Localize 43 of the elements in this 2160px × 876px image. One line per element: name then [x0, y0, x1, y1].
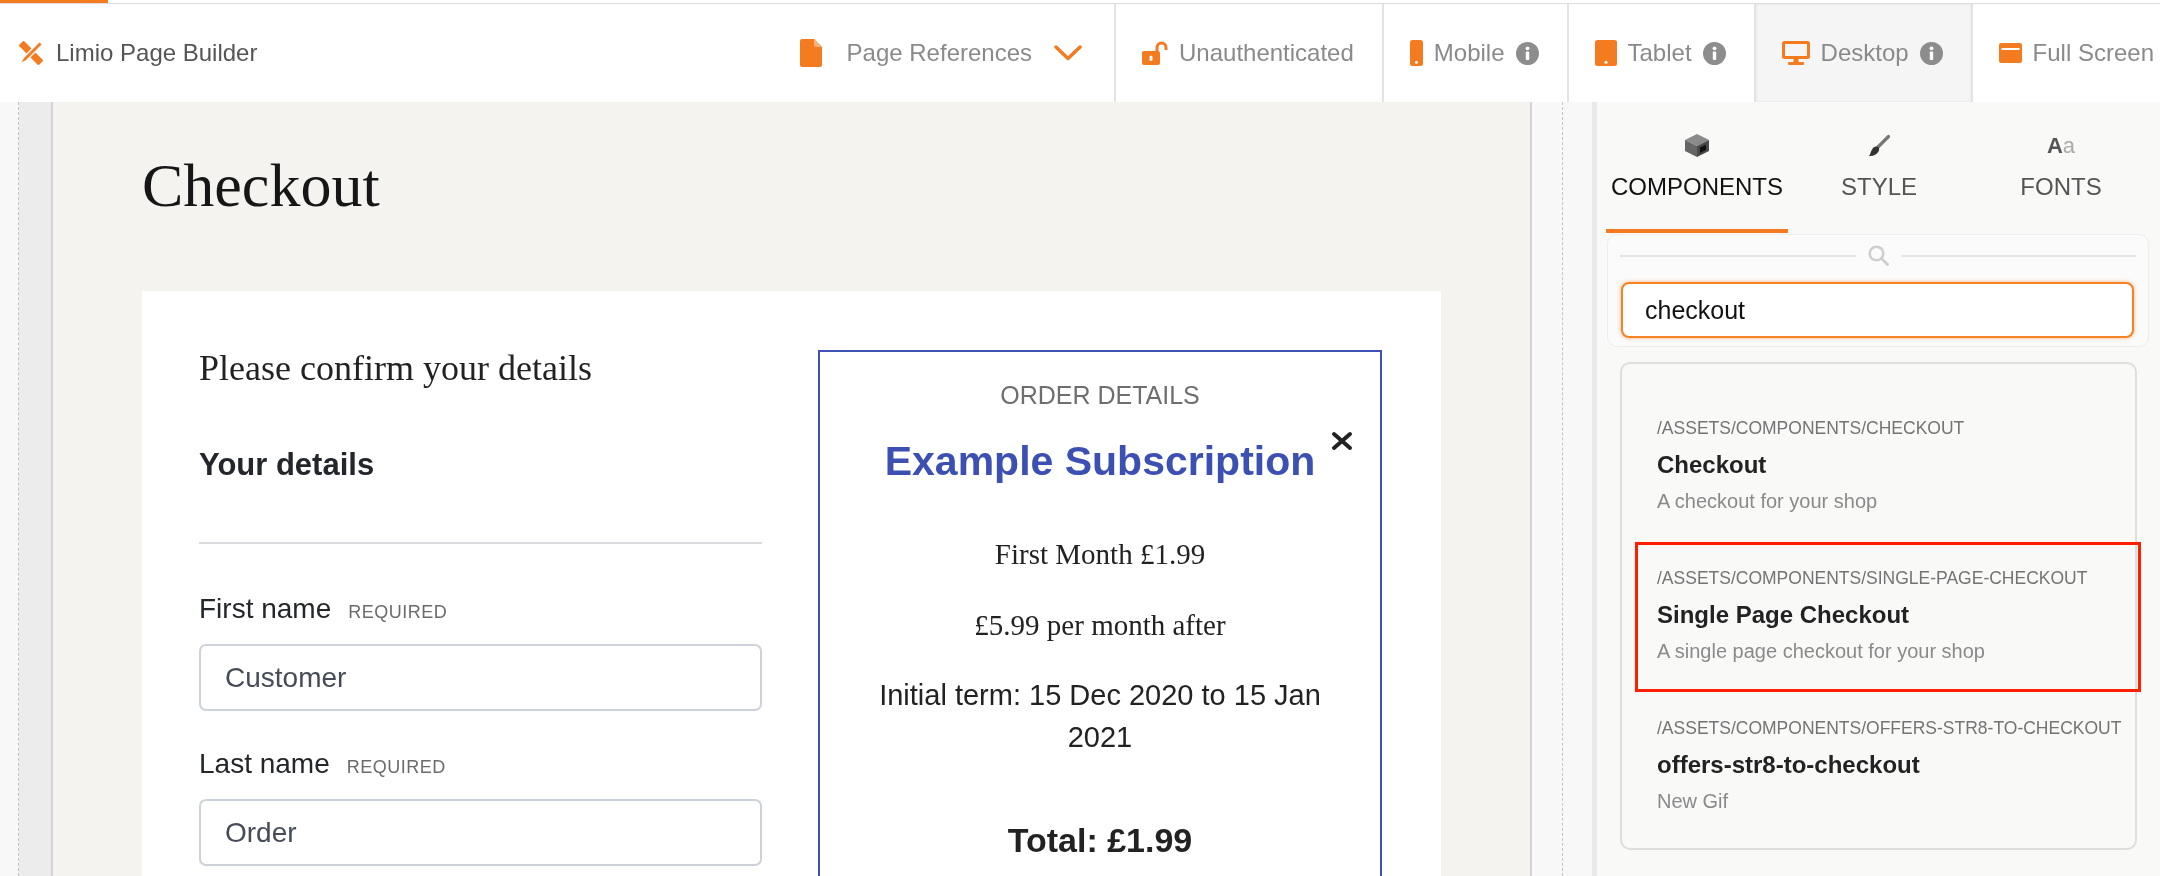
- price-text: £5.99 per month after: [973, 608, 1227, 643]
- order-total: Total: £1.99: [1006, 820, 1194, 860]
- component-title: Checkout: [1657, 451, 1768, 479]
- monitor-icon: [1781, 41, 1810, 65]
- component-description: A single page checkout for your shop: [1657, 639, 1986, 663]
- tablet-icon: [1594, 40, 1617, 66]
- component-title: offers-str8-to-checkout: [1657, 751, 1921, 779]
- close-icon[interactable]: [1331, 431, 1353, 451]
- app-title: Limio Page Builder: [56, 39, 258, 67]
- panel-tab[interactable]: Aa FONTS: [1970, 102, 2152, 233]
- document-icon: [799, 39, 822, 67]
- cube-icon: [1684, 133, 1710, 158]
- component-item[interactable]: /ASSETS/COMPONENTS/OFFERS-STR8-TO-CHECKOUT offers-str8-to-checkout New Gif: [1635, 692, 2141, 842]
- price-text: First Month £1.99: [993, 537, 1207, 572]
- text-field[interactable]: Order: [199, 799, 762, 866]
- field-label: First name: [199, 592, 332, 625]
- required-tag: REQUIRED: [348, 601, 448, 623]
- component-title: Single Page Checkout: [1657, 601, 1911, 629]
- field-label: Last name: [199, 747, 330, 780]
- component-description: A checkout for your shop: [1657, 489, 1879, 513]
- chevron-down-icon: [1054, 45, 1082, 61]
- text-field[interactable]: Customer: [199, 644, 762, 711]
- fullscreen-icon: [1998, 43, 2022, 63]
- order-heading: ORDER DETAILS: [999, 380, 1201, 410]
- component-item[interactable]: /ASSETS/COMPONENTS/SINGLE-PAGE-CHECKOUT Single Page Checkout A single page checkout for your shop: [1635, 542, 2141, 692]
- unlock-icon: [1142, 41, 1168, 65]
- phone-icon: [1409, 40, 1423, 66]
- required-tag: REQUIRED: [346, 756, 446, 778]
- product-name: Example Subscription: [883, 437, 1317, 485]
- component-path: /ASSETS/COMPONENTS/OFFERS-STR8-TO-CHECKOUT: [1657, 717, 2123, 739]
- section-heading: Your details: [199, 446, 376, 483]
- page-title: Checkout: [142, 150, 381, 221]
- component-description: New Gif: [1657, 789, 1730, 813]
- brush-icon: [1867, 133, 1891, 158]
- term-text: Initial term: 15 Dec 2020 to 15 Jan 2021: [878, 678, 1322, 755]
- search-icon: [1867, 245, 1889, 266]
- intro-text: Please confirm your details: [199, 347, 593, 390]
- search-field[interactable]: checkout: [1621, 282, 2134, 338]
- font-icon: Aa: [2046, 133, 2076, 158]
- component-item[interactable]: /ASSETS/COMPONENTS/CHECKOUT Checkout A checkout for your shop: [1635, 392, 2141, 542]
- component-path: /ASSETS/COMPONENTS/SINGLE-PAGE-CHECKOUT: [1657, 567, 2089, 589]
- panel-tab[interactable]: STYLE: [1788, 102, 1970, 233]
- component-path: /ASSETS/COMPONENTS/CHECKOUT: [1657, 417, 1966, 439]
